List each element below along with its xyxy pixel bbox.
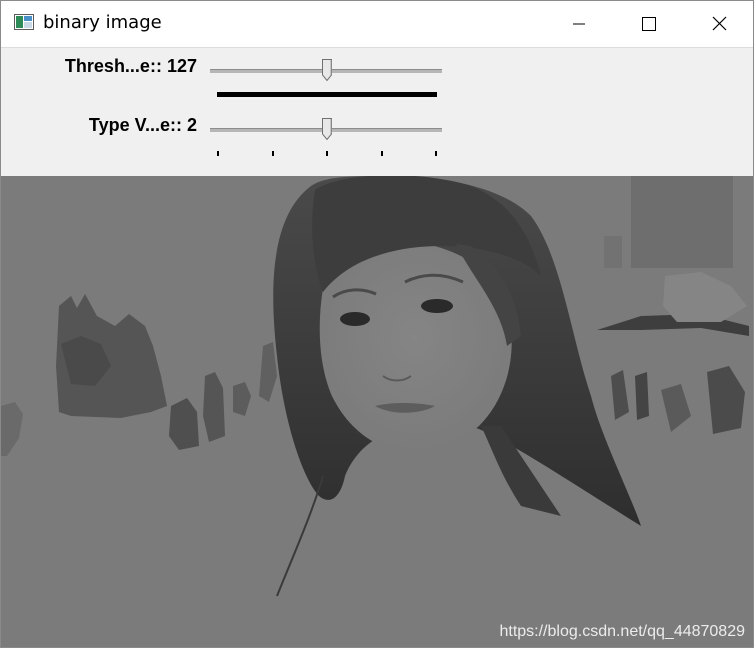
type-trackbar-label: Type V...e:: 2: [89, 115, 197, 136]
threshold-selection-bar: [217, 92, 437, 97]
type-trackbar-name: Type V...e::: [88, 115, 182, 135]
threshold-trackbar-thumb[interactable]: [322, 59, 332, 81]
app-window: binary image Thresh...e:: 127 Type V...e…: [0, 0, 754, 648]
type-trackbar-tick: [381, 151, 383, 156]
threshold-trackbar-name: Thresh...e::: [64, 56, 162, 76]
type-trackbar-thumb[interactable]: [322, 118, 332, 140]
app-icon: [14, 14, 34, 30]
trackbar-panel: Thresh...e:: 127 Type V...e:: 2: [1, 48, 753, 176]
threshold-trackbar-value: 127: [166, 56, 197, 76]
type-trackbar-tick: [272, 151, 274, 156]
threshold-image: [1, 176, 753, 647]
image-canvas: https://blog.csdn.net/qq_44870829: [1, 176, 753, 647]
minimize-icon[interactable]: [544, 1, 614, 47]
close-icon[interactable]: [684, 1, 754, 47]
threshold-trackbar-label: Thresh...e:: 127: [65, 56, 197, 77]
type-trackbar-tick: [435, 151, 437, 156]
type-trackbar-tick: [326, 151, 328, 156]
type-trackbar-tick: [217, 151, 219, 156]
watermark-text: https://blog.csdn.net/qq_44870829: [499, 623, 745, 640]
title-bar[interactable]: binary image: [1, 1, 753, 48]
type-trackbar-value: 2: [186, 115, 197, 135]
window-title: binary image: [43, 12, 162, 33]
maximize-icon[interactable]: [614, 1, 684, 47]
